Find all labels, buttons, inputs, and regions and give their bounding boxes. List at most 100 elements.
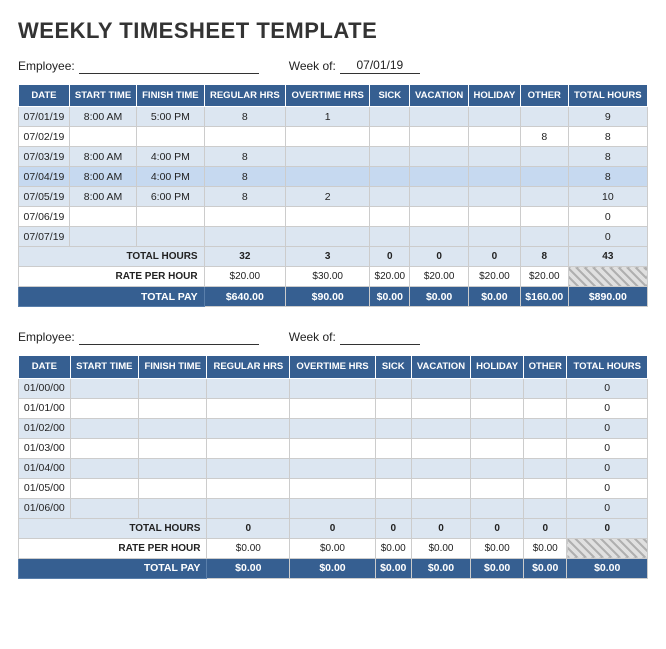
cell-finish <box>138 458 207 478</box>
cell-date: 07/06/19 <box>19 207 70 227</box>
total-pay-label-2: TOTAL PAY <box>19 558 207 578</box>
total-pay-label-1: TOTAL PAY <box>19 287 205 307</box>
pay-overtime-2: $0.00 <box>290 558 376 578</box>
cell-finish <box>137 207 204 227</box>
cell-vacation <box>411 398 471 418</box>
cell-holiday <box>471 378 524 398</box>
rate-vacation-1: $20.00 <box>410 267 469 287</box>
rate-row-2: RATE PER HOUR $0.00 $0.00 $0.00 $0.00 $0… <box>19 538 648 558</box>
cell-vacation <box>411 438 471 458</box>
table-row: 01/04/000 <box>19 458 648 478</box>
cell-sick <box>375 438 411 458</box>
total-vacation-2: 0 <box>411 518 471 538</box>
table-row: 07/02/1988 <box>19 127 648 147</box>
col-regular-2: REGULAR HRS <box>207 356 290 378</box>
employee-row-2: Employee: Week of: <box>18 329 648 345</box>
rate-total-hatch-1 <box>568 267 647 287</box>
cell-holiday <box>468 167 520 187</box>
cell-sick <box>370 227 410 247</box>
col-regular-1: REGULAR HRS <box>204 85 285 107</box>
cell-start <box>70 438 138 458</box>
rate-sick-1: $20.00 <box>370 267 410 287</box>
cell-vacation <box>410 207 469 227</box>
cell-other <box>520 207 568 227</box>
employee-input-1[interactable] <box>79 58 259 74</box>
cell-other <box>524 498 567 518</box>
cell-overtime <box>286 227 370 247</box>
cell-date: 07/04/19 <box>19 167 70 187</box>
col-sick-2: SICK <box>375 356 411 378</box>
total-total-1: 43 <box>568 247 647 267</box>
pay-total-1: $890.00 <box>568 287 647 307</box>
cell-regular <box>207 478 290 498</box>
cell-finish: 4:00 PM <box>137 147 204 167</box>
cell-total: 0 <box>568 227 647 247</box>
cell-regular <box>204 227 285 247</box>
employee-label-2: Employee: <box>18 330 75 344</box>
col-date-2: DATE <box>19 356 71 378</box>
col-overtime-2: OVERTIME HRS <box>290 356 376 378</box>
cell-start: 8:00 AM <box>69 187 136 207</box>
cell-sick <box>375 418 411 438</box>
table-row: 07/03/198:00 AM4:00 PM88 <box>19 147 648 167</box>
week-value-2 <box>340 329 420 345</box>
cell-start <box>69 207 136 227</box>
rate-overtime-2: $0.00 <box>290 538 376 558</box>
cell-other <box>524 478 567 498</box>
employee-row-1: Employee: Week of: 07/01/19 <box>18 58 648 74</box>
cell-other <box>520 167 568 187</box>
pay-total-2: $0.00 <box>567 558 648 578</box>
cell-finish <box>138 498 207 518</box>
timesheet-table-2: DATE START TIME FINISH TIME REGULAR HRS … <box>18 355 648 578</box>
cell-other <box>520 187 568 207</box>
pay-other-1: $160.00 <box>520 287 568 307</box>
cell-sick <box>375 498 411 518</box>
total-other-2: 0 <box>524 518 567 538</box>
cell-finish <box>138 438 207 458</box>
rate-regular-2: $0.00 <box>207 538 290 558</box>
col-total-1: TOTAL HOURS <box>568 85 647 107</box>
cell-total: 0 <box>567 498 648 518</box>
page-title: WEEKLY TIMESHEET TEMPLATE <box>18 18 648 44</box>
employee-label-1: Employee: <box>18 59 75 73</box>
total-overtime-1: 3 <box>286 247 370 267</box>
cell-other <box>524 438 567 458</box>
pay-sick-1: $0.00 <box>370 287 410 307</box>
section-2: Employee: Week of: DATE START TIME FINIS… <box>18 329 648 578</box>
table-row: 01/06/00 0 <box>19 498 648 518</box>
cell-finish <box>138 418 207 438</box>
employee-input-2[interactable] <box>79 329 259 345</box>
col-holiday-1: HOLIDAY <box>468 85 520 107</box>
cell-holiday <box>468 227 520 247</box>
cell-finish <box>137 227 204 247</box>
cell-overtime: 2 <box>286 187 370 207</box>
cell-total: 0 <box>567 478 648 498</box>
cell-other <box>520 227 568 247</box>
rate-other-1: $20.00 <box>520 267 568 287</box>
pay-holiday-2: $0.00 <box>471 558 524 578</box>
col-vacation-2: VACATION <box>411 356 471 378</box>
cell-other <box>520 107 568 127</box>
cell-date: 01/06/00 <box>19 498 71 518</box>
total-hours-row-2: TOTAL HOURS 0 0 0 0 0 0 0 <box>19 518 648 538</box>
cell-holiday <box>471 418 524 438</box>
rate-row-1: RATE PER HOUR $20.00 $30.00 $20.00 $20.0… <box>19 267 648 287</box>
total-vacation-1: 0 <box>410 247 469 267</box>
col-finish-2: FINISH TIME <box>138 356 207 378</box>
cell-holiday <box>471 458 524 478</box>
cell-start <box>69 127 136 147</box>
timesheet-table-1: DATE START TIME FINISH TIME REGULAR HRS … <box>18 84 648 307</box>
cell-vacation <box>410 147 469 167</box>
cell-finish <box>138 398 207 418</box>
pay-regular-1: $640.00 <box>204 287 285 307</box>
cell-regular <box>207 378 290 398</box>
rate-vacation-2: $0.00 <box>411 538 471 558</box>
col-sick-1: SICK <box>370 85 410 107</box>
cell-date: 01/02/00 <box>19 418 71 438</box>
cell-other <box>520 147 568 167</box>
cell-holiday <box>471 498 524 518</box>
total-hours-label-2: TOTAL HOURS <box>19 518 207 538</box>
cell-holiday <box>468 207 520 227</box>
cell-vacation <box>411 458 471 478</box>
cell-holiday <box>471 398 524 418</box>
